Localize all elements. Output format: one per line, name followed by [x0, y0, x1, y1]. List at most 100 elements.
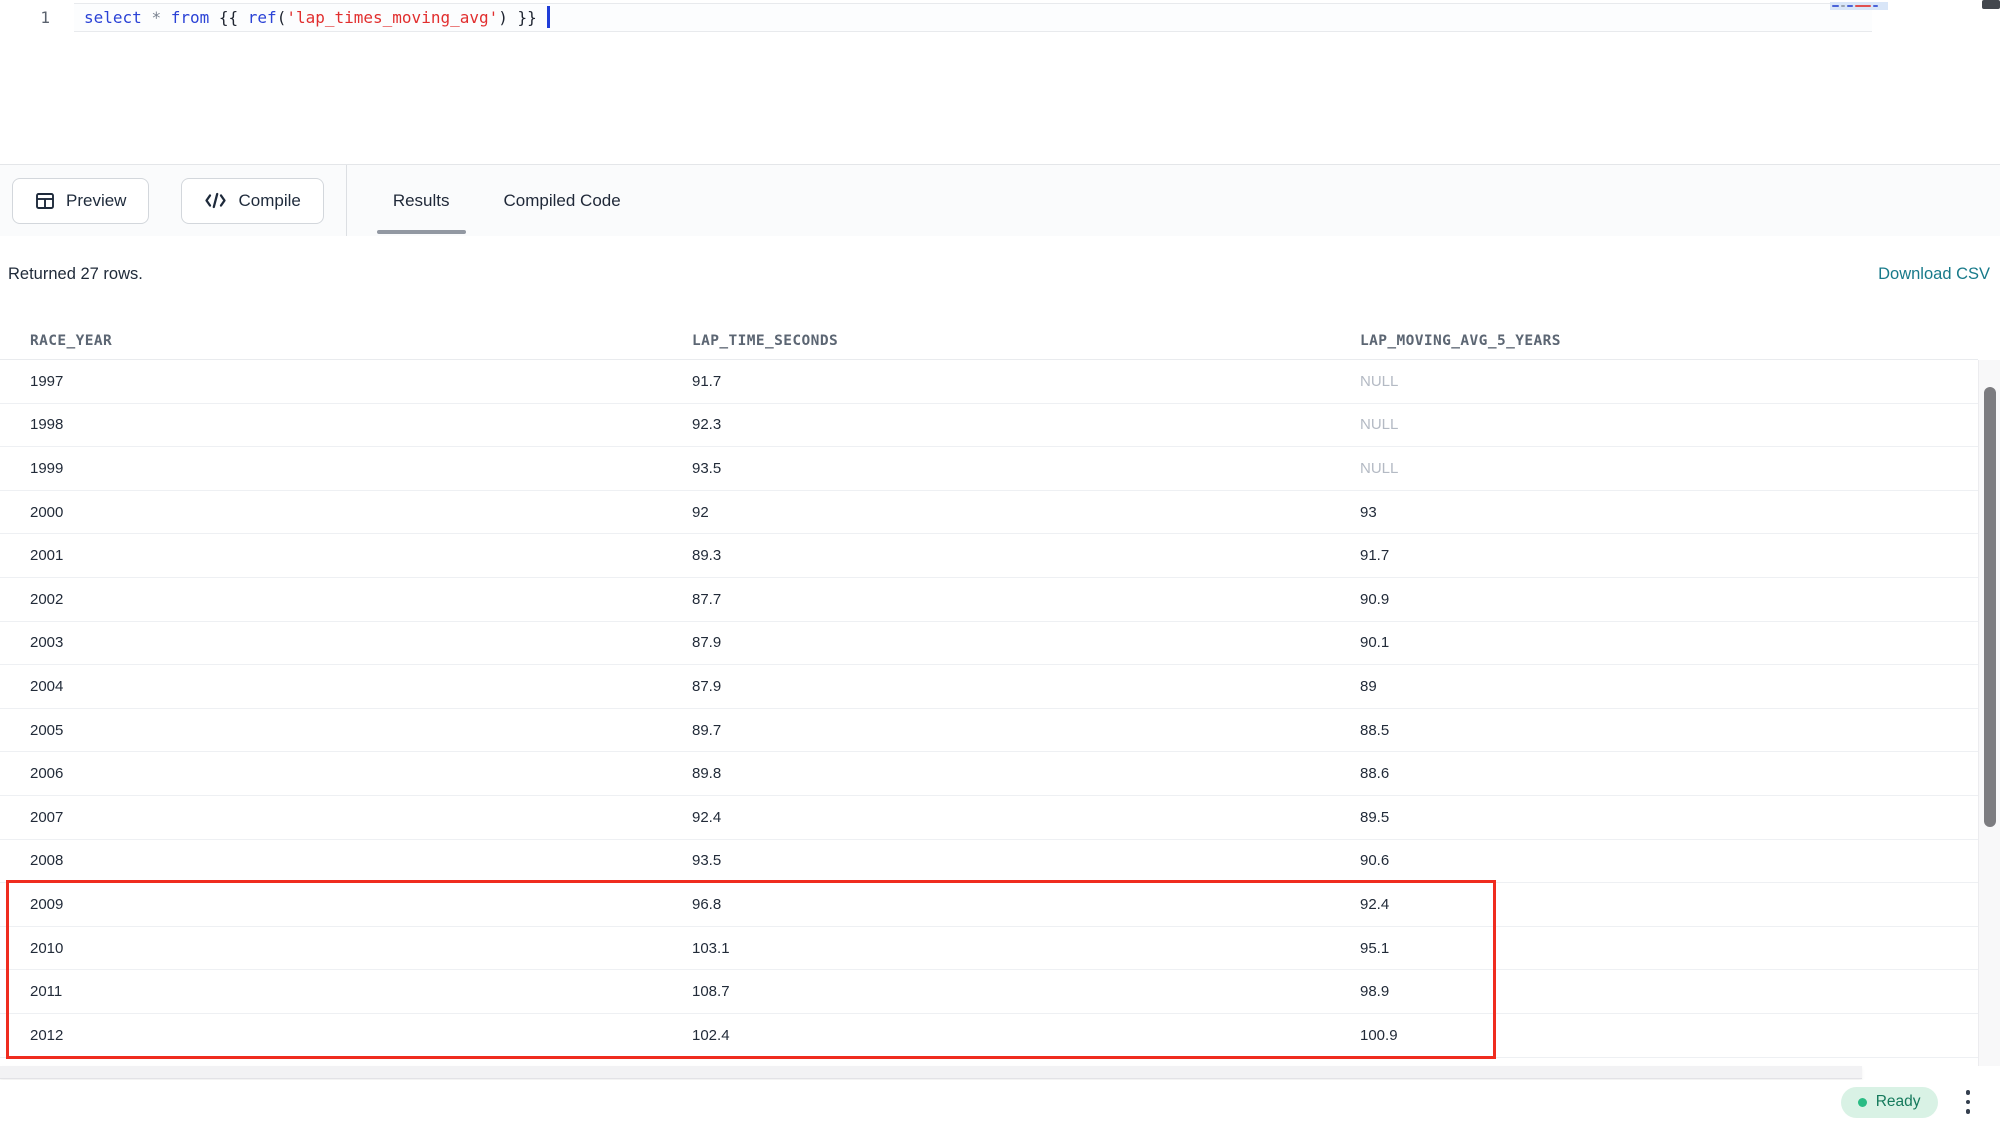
table-cell: 1997: [30, 373, 692, 390]
partial-next-row-strip: [0, 1066, 1862, 1079]
results-toolbar: Preview Compile Results Compiled Code: [0, 164, 2000, 236]
table-cell: 2010: [30, 940, 692, 957]
compile-label: Compile: [238, 191, 300, 211]
table-cell: 102.4: [692, 1027, 1360, 1044]
ready-status-badge[interactable]: Ready: [1841, 1087, 1938, 1118]
ready-label: Ready: [1876, 1093, 1921, 1111]
table-cell: 90.1: [1360, 634, 1978, 651]
table-row[interactable]: 200189.391.7: [0, 534, 1978, 578]
table-cell: 89.3: [692, 547, 1360, 564]
sql-editor[interactable]: 1 select * from {{ ref('lap_times_moving…: [0, 0, 2000, 164]
table-row[interactable]: 200487.989: [0, 665, 1978, 709]
tab-results[interactable]: Results: [385, 165, 458, 236]
code-token-string: 'lap_times_moving_avg': [286, 8, 498, 27]
table-row[interactable]: 200589.788.5: [0, 709, 1978, 753]
table-cell: NULL: [1360, 460, 1978, 477]
preview-label: Preview: [66, 191, 126, 211]
minimap-code-mark: [1832, 5, 1839, 7]
table-cell: 2009: [30, 896, 692, 913]
table-cell: 92: [692, 504, 1360, 521]
compile-button[interactable]: Compile: [181, 178, 323, 224]
table-row[interactable]: 199791.7NULL: [0, 360, 1978, 404]
table-row[interactable]: 200387.990.1: [0, 622, 1978, 666]
code-token-bracket: }}: [518, 8, 547, 27]
minimap-code-mark: [1847, 5, 1853, 7]
table-cell: NULL: [1360, 373, 1978, 390]
table-cell: 93.5: [692, 852, 1360, 869]
table-cell: 2004: [30, 678, 692, 695]
table-row[interactable]: 199892.3NULL: [0, 404, 1978, 448]
table-row[interactable]: 2010103.195.1: [0, 927, 1978, 971]
table-cell: 88.6: [1360, 765, 1978, 782]
results-panel: Returned 27 rows. Download CSV RACE_YEAR…: [0, 236, 2000, 1066]
results-summary-bar: Returned 27 rows. Download CSV: [0, 236, 2000, 284]
table-cell: 2005: [30, 722, 692, 739]
table-cell: 93.5: [692, 460, 1360, 477]
code-line[interactable]: select * from {{ ref('lap_times_moving_a…: [84, 6, 550, 32]
status-bar: Ready: [0, 1080, 2000, 1124]
table-cell: NULL: [1360, 416, 1978, 433]
row-count-text: Returned 27 rows.: [8, 265, 143, 284]
table-row[interactable]: 2011108.798.9: [0, 970, 1978, 1014]
table-cell: 2001: [30, 547, 692, 564]
minimap-code-mark: [1841, 5, 1845, 7]
table-scrollbar-thumb[interactable]: [1984, 387, 1996, 827]
table-cell: 108.7: [692, 983, 1360, 1000]
table-cell: 2011: [30, 983, 692, 1000]
results-tabs: Results Compiled Code: [385, 165, 667, 236]
code-token-keyword: select: [84, 8, 151, 27]
dbt-ide-root: 1 select * from {{ ref('lap_times_moving…: [0, 0, 2000, 1124]
table-row[interactable]: 2012102.4100.9: [0, 1014, 1978, 1058]
table-cell: 2007: [30, 809, 692, 826]
tab-compiled-code-label: Compiled Code: [504, 191, 621, 211]
table-cell: 103.1: [692, 940, 1360, 957]
code-token-operator: *: [151, 8, 170, 27]
download-csv-link[interactable]: Download CSV: [1878, 265, 1990, 284]
table-cell: 91.7: [1360, 547, 1978, 564]
code-token-keyword: from: [171, 8, 219, 27]
column-header-lap-time-seconds: LAP_TIME_SECONDS: [692, 333, 1360, 349]
table-row[interactable]: 200689.888.6: [0, 752, 1978, 796]
table-cell: 89: [1360, 678, 1978, 695]
status-dot-icon: [1858, 1098, 1867, 1107]
table-cell: 2000: [30, 504, 692, 521]
table-cell: 100.9: [1360, 1027, 1978, 1044]
minimap-code-mark: [1855, 5, 1871, 7]
table-row[interactable]: 200893.590.6: [0, 840, 1978, 884]
code-icon: [204, 191, 227, 210]
table-cell: 1998: [30, 416, 692, 433]
code-token-function: ref: [248, 8, 277, 27]
table-row[interactable]: 200996.892.4: [0, 883, 1978, 927]
code-token-bracket: ): [498, 8, 517, 27]
table-cell: 2002: [30, 591, 692, 608]
table-cell: 89.8: [692, 765, 1360, 782]
table-scrollbar-track[interactable]: [1978, 360, 2000, 1066]
table-cell: 2012: [30, 1027, 692, 1044]
code-token-bracket: (: [277, 8, 287, 27]
table-row[interactable]: 20009293: [0, 491, 1978, 535]
preview-button[interactable]: Preview: [12, 178, 149, 224]
table-cell: 91.7: [692, 373, 1360, 390]
text-cursor-caret: [547, 6, 550, 28]
table-cell: 92.4: [692, 809, 1360, 826]
code-token-bracket: {{: [219, 8, 248, 27]
kebab-menu-icon[interactable]: [1964, 1088, 1973, 1116]
table-cell: 90.9: [1360, 591, 1978, 608]
minimap-code-mark: [1873, 5, 1878, 7]
table-cell: 88.5: [1360, 722, 1978, 739]
editor-scrollbar-thumb[interactable]: [1982, 0, 2000, 9]
table-row[interactable]: 200792.489.5: [0, 796, 1978, 840]
minimap[interactable]: [1830, 2, 1888, 10]
table-cell: 87.9: [692, 678, 1360, 695]
table-icon: [35, 191, 55, 211]
tab-compiled-code[interactable]: Compiled Code: [496, 165, 629, 236]
line-number: 1: [0, 6, 50, 30]
table-row[interactable]: 199993.5NULL: [0, 447, 1978, 491]
table-row[interactable]: 200287.790.9: [0, 578, 1978, 622]
table-cell: 2008: [30, 852, 692, 869]
toolbar-divider: [346, 165, 347, 237]
tab-results-label: Results: [393, 191, 450, 211]
table-cell: 87.9: [692, 634, 1360, 651]
table-cell: 92.4: [1360, 896, 1978, 913]
table-header-row: RACE_YEAR LAP_TIME_SECONDS LAP_MOVING_AV…: [0, 322, 1978, 360]
